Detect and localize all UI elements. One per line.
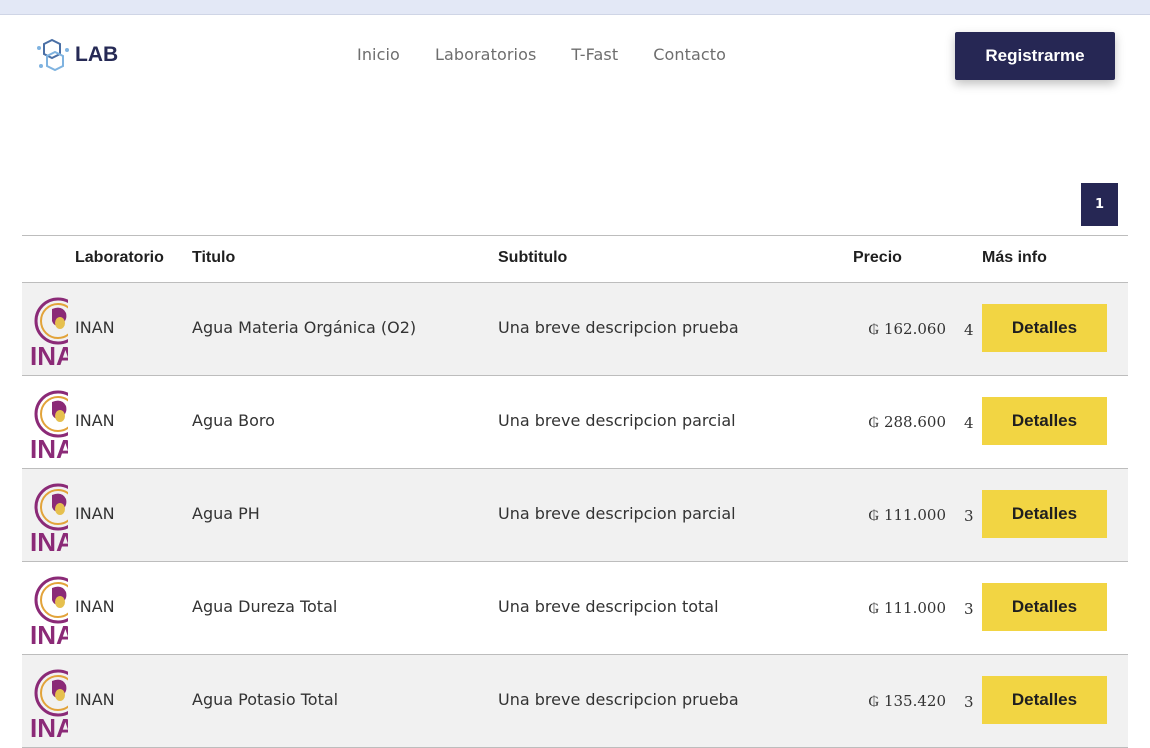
nav-contacto[interactable]: Contacto <box>653 45 726 64</box>
inan-logo-icon: INA <box>22 376 68 468</box>
nav-inicio[interactable]: Inicio <box>357 45 400 64</box>
inan-logo-icon: INA <box>22 469 68 561</box>
inan-logo-icon: INA <box>22 283 68 375</box>
col-mas-info: Más info <box>982 249 1047 266</box>
row-title: Agua Dureza Total <box>192 597 338 616</box>
details-button[interactable]: Detalles <box>982 583 1107 631</box>
details-button[interactable]: Detalles <box>982 304 1107 352</box>
inan-logo-icon: INA <box>22 562 68 654</box>
logo-text: LAB <box>75 43 119 66</box>
row-subtitle: Una breve descripcion total <box>498 597 719 616</box>
table-row: INA INAN Agua PH Una breve descripcion p… <box>22 469 1128 562</box>
row-price: ₲ 135.420 <box>868 692 946 710</box>
table-row: INA INAN Agua Potasio Total Una breve de… <box>22 655 1128 748</box>
svg-text:INA: INA <box>30 341 68 371</box>
table-row: INA INAN Agua Boro Una breve descripcion… <box>22 376 1128 469</box>
row-title: Agua Materia Orgánica (O2) <box>192 318 417 337</box>
main-nav: Inicio Laboratorios T-Fast Contacto <box>357 45 761 64</box>
table-row: INA INAN Agua Materia Orgánica (O2) Una … <box>22 283 1128 376</box>
table-row: INA INAN Agua Dureza Total Una breve des… <box>22 562 1128 655</box>
col-titulo: Titulo <box>192 249 236 266</box>
row-subtitle: Una breve descripcion parcial <box>498 504 736 523</box>
row-lab: INAN <box>75 597 115 616</box>
row-price: ₲ 162.060 <box>868 320 946 338</box>
row-price: ₲ 111.000 <box>868 599 946 617</box>
row-title: Agua Potasio Total <box>192 690 339 709</box>
svg-text:INA: INA <box>30 620 68 650</box>
row-subtitle: Una breve descripcion prueba <box>498 318 739 337</box>
details-button[interactable]: Detalles <box>982 397 1107 445</box>
row-lab: INAN <box>75 504 115 523</box>
site-logo[interactable]: LAB <box>35 38 118 72</box>
nav-laboratorios[interactable]: Laboratorios <box>435 45 536 64</box>
pagination-page-1[interactable]: 1 <box>1081 183 1118 226</box>
svg-text:INA: INA <box>30 434 68 464</box>
row-title: Agua Boro <box>192 411 275 430</box>
row-stock: 3 <box>964 600 974 618</box>
row-price: ₲ 111.000 <box>868 506 946 524</box>
row-subtitle: Una breve descripcion prueba <box>498 690 739 709</box>
row-lab: INAN <box>75 318 115 337</box>
row-title: Agua PH <box>192 504 260 523</box>
svg-text:INA: INA <box>30 527 68 557</box>
row-stock: 3 <box>964 693 974 711</box>
row-lab: INAN <box>75 411 115 430</box>
row-lab: INAN <box>75 690 115 709</box>
register-button[interactable]: Registrarme <box>955 32 1115 80</box>
svg-text:INA: INA <box>30 713 68 743</box>
row-price: ₲ 288.600 <box>868 413 946 431</box>
col-subtitulo: Subtitulo <box>498 249 568 266</box>
table-header: Laboratorio Titulo Subtitulo Precio Más … <box>22 235 1128 283</box>
col-laboratorio: Laboratorio <box>75 249 164 266</box>
row-stock: 4 <box>964 414 974 432</box>
row-stock: 3 <box>964 507 974 525</box>
nav-t-fast[interactable]: T-Fast <box>571 45 618 64</box>
products-table: Laboratorio Titulo Subtitulo Precio Más … <box>22 235 1128 748</box>
details-button[interactable]: Detalles <box>982 676 1107 724</box>
inan-logo-icon: INA <box>22 655 68 747</box>
col-precio: Precio <box>853 249 902 266</box>
row-stock: 4 <box>964 321 974 339</box>
browser-top-strip <box>0 0 1150 15</box>
details-button[interactable]: Detalles <box>982 490 1107 538</box>
row-subtitle: Una breve descripcion parcial <box>498 411 736 430</box>
molecule-icon <box>37 38 69 72</box>
